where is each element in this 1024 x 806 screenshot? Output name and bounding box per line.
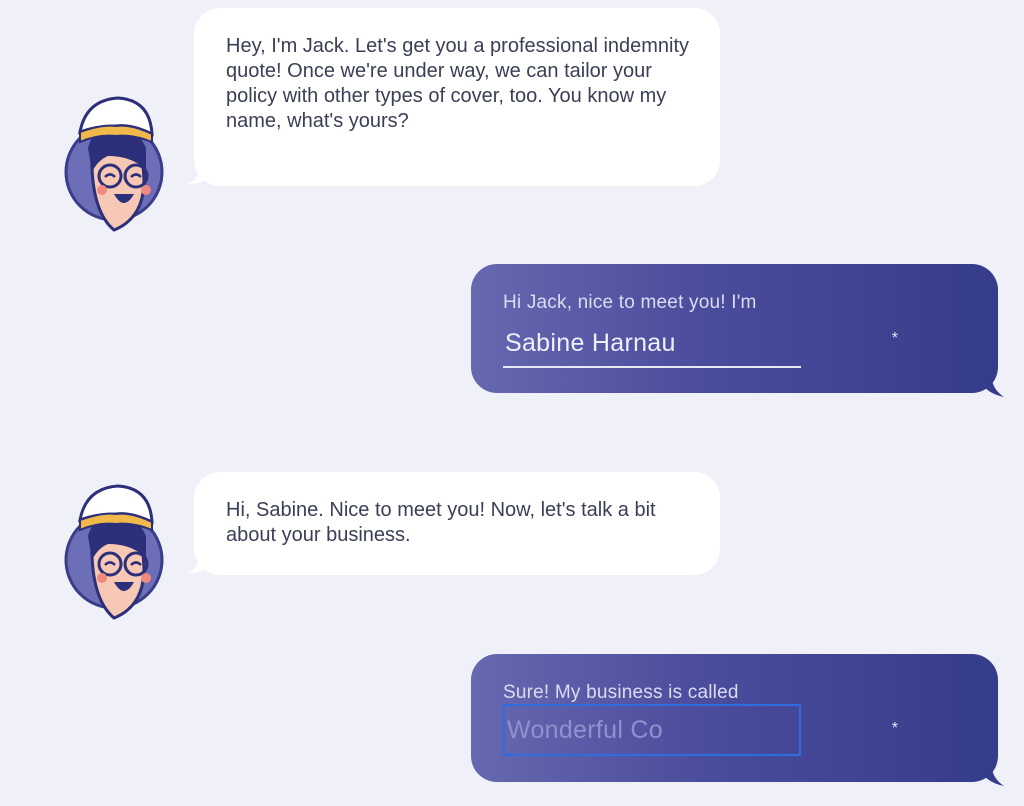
bubble-tail-shape (188, 164, 210, 184)
name-input[interactable] (503, 320, 801, 368)
jack-avatar-icon (64, 484, 164, 620)
bot-message-text: Hi, Sabine. Nice to meet you! Now, let's… (226, 499, 656, 546)
user-reply-bubble: Hi Jack, nice to meet you! I'm * (471, 264, 1004, 397)
user-reply-bubble: Sure! My business is called * (471, 654, 1004, 786)
bubble-tail-shape (978, 766, 1004, 786)
reply-prompt-text: Hi Jack, nice to meet you! I'm (503, 292, 757, 313)
required-asterisk: * (891, 720, 898, 737)
reply-prompt-text: Sure! My business is called (503, 682, 739, 703)
business-name-input[interactable] (503, 704, 801, 756)
bubble-tail-shape (188, 553, 210, 573)
required-asterisk: * (891, 330, 898, 347)
jack-avatar-icon (64, 96, 164, 232)
bot-message-bubble: Hey, I'm Jack. Let's get you a professio… (188, 8, 720, 186)
bot-message-text: Hey, I'm Jack. Let's get you a professio… (226, 35, 690, 132)
bubble-tail-shape (978, 377, 1004, 397)
bot-message-bubble: Hi, Sabine. Nice to meet you! Now, let's… (188, 472, 720, 575)
